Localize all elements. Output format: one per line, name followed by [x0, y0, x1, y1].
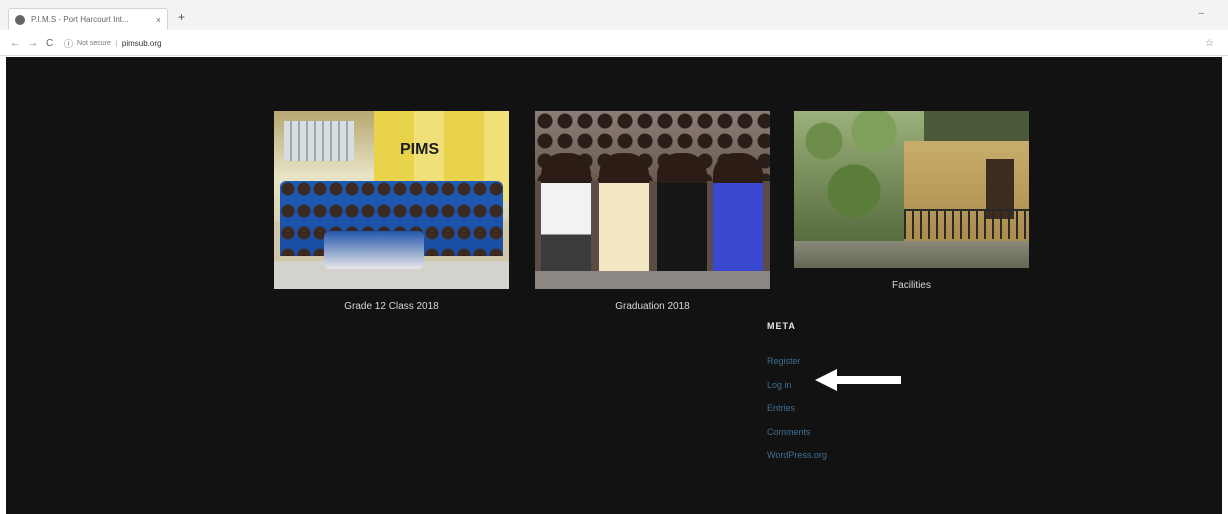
gallery-caption: Graduation 2018	[615, 301, 690, 312]
browser-address-bar: ← → C ⓘ Not secure pimsub.org ☆	[0, 30, 1228, 56]
new-tab-button[interactable]: +	[178, 10, 185, 24]
reload-icon[interactable]: C	[46, 38, 53, 49]
grade-12-class-photo[interactable]: PIMS	[274, 111, 509, 289]
forward-icon[interactable]: →	[28, 38, 38, 49]
info-icon[interactable]: ⓘ	[64, 37, 73, 50]
gallery-item-facilities[interactable]: Facilities	[794, 111, 1029, 291]
bookmark-star-icon[interactable]: ☆	[1205, 38, 1214, 49]
building-sign: PIMS	[400, 141, 440, 158]
browser-tab[interactable]: P.I.M.S - Port Harcourt Int... ×	[8, 8, 168, 30]
login-link[interactable]: Log in	[767, 380, 792, 390]
window-minimize-icon[interactable]: –	[1198, 8, 1204, 19]
browser-tab-bar: P.I.M.S - Port Harcourt Int... × + –	[0, 0, 1228, 30]
url-input[interactable]: ⓘ Not secure pimsub.org	[64, 35, 1194, 52]
graduation-photo[interactable]	[535, 111, 770, 289]
tab-close-icon[interactable]: ×	[156, 15, 161, 25]
annotation-arrow-icon	[815, 369, 901, 391]
wordpress-org-link[interactable]: WordPress.org	[767, 450, 827, 460]
gallery-caption: Grade 12 Class 2018	[344, 301, 439, 312]
back-icon[interactable]: ←	[10, 38, 20, 49]
gallery-caption: Facilities	[892, 280, 931, 291]
not-secure-label: Not secure	[77, 40, 117, 47]
facilities-photo[interactable]	[794, 111, 1029, 268]
page-content: PIMS Grade 12 Class 2018 Graduation 2018…	[6, 57, 1222, 514]
meta-heading: META	[767, 321, 796, 331]
site-favicon-icon	[15, 14, 25, 25]
register-link[interactable]: Register	[767, 356, 801, 366]
meta-widget: META Register Log in Entries Comments Wo…	[767, 321, 827, 469]
gallery-item-grade-12[interactable]: PIMS Grade 12 Class 2018	[274, 111, 509, 312]
entries-link[interactable]: Entries	[767, 403, 795, 413]
tab-title: P.I.M.S - Port Harcourt Int...	[31, 15, 129, 24]
comments-link[interactable]: Comments	[767, 427, 811, 437]
gallery-item-graduation[interactable]: Graduation 2018	[535, 111, 770, 312]
url-text: pimsub.org	[121, 39, 162, 48]
